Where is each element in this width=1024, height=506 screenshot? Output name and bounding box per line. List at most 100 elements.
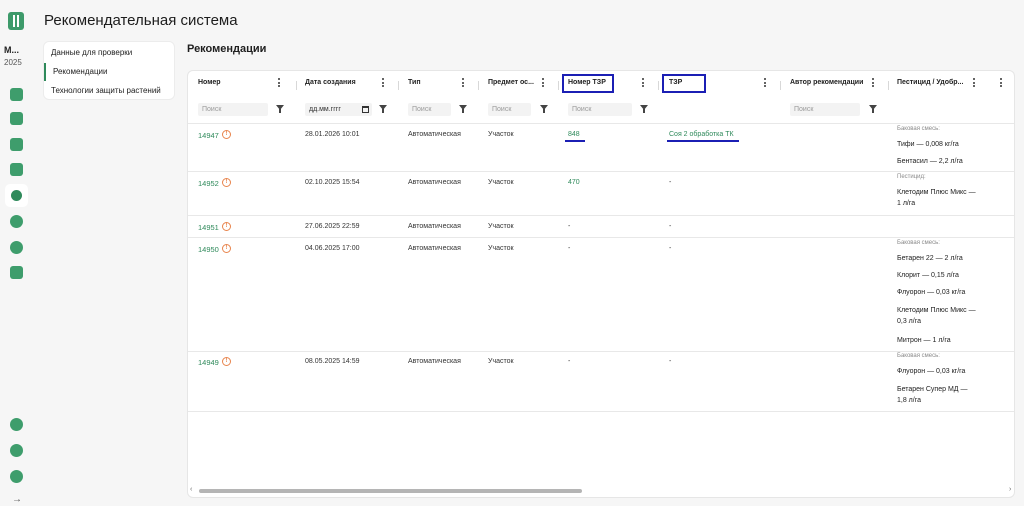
column-header-date[interactable]: Дата создания bbox=[305, 79, 356, 86]
column-menu-icon[interactable] bbox=[972, 78, 976, 89]
layers-icon[interactable] bbox=[10, 112, 23, 125]
mix-item: Клорит — 0,15 л/га bbox=[897, 272, 959, 279]
sidebar-item-protection-tech[interactable]: Технологии защиты растений bbox=[51, 86, 161, 95]
column-menu-icon[interactable] bbox=[763, 78, 767, 89]
warning-icon: ! bbox=[222, 222, 231, 231]
row-type: Автоматическая bbox=[408, 131, 461, 138]
expand-arrow-icon[interactable]: → bbox=[12, 494, 22, 505]
scrollbar-thumb[interactable] bbox=[199, 489, 582, 493]
org-name: М... bbox=[4, 45, 19, 55]
help-icon[interactable] bbox=[10, 444, 23, 457]
row-tzr-link[interactable]: Соя 2 обработка ТК bbox=[669, 131, 734, 138]
row-date: 08.05.2025 14:59 bbox=[305, 358, 360, 365]
clipboard-icon[interactable] bbox=[10, 163, 23, 176]
column-menu-icon[interactable] bbox=[277, 78, 281, 89]
filter-funnel-icon[interactable] bbox=[869, 105, 877, 114]
row-id-link[interactable]: 14947 bbox=[198, 131, 219, 140]
row-tzr-number-link[interactable]: 470 bbox=[568, 179, 580, 186]
row-divider bbox=[188, 171, 1014, 172]
mix-item: Тифи — 0,008 кг/га bbox=[897, 141, 959, 148]
row-tzr: - bbox=[669, 358, 672, 365]
sidebar-item-recommendations[interactable]: Рекомендации bbox=[44, 63, 107, 81]
filter-author-input[interactable]: Поиск bbox=[790, 103, 860, 116]
scroll-right-icon[interactable]: › bbox=[1009, 486, 1011, 493]
fields-icon[interactable] bbox=[10, 88, 23, 101]
row-id-link[interactable]: 14950 bbox=[198, 245, 219, 254]
scroll-left-icon[interactable]: ‹ bbox=[190, 486, 192, 493]
mix-label: Баковая смесь: bbox=[897, 240, 940, 246]
mix-item: Бетарен 22 — 2 л/га bbox=[897, 255, 963, 262]
page-title: Рекомендательная система bbox=[44, 12, 238, 29]
mix-item: Митрон — 1 л/га bbox=[897, 337, 951, 344]
column-menu-icon[interactable] bbox=[871, 78, 875, 89]
column-menu-icon[interactable] bbox=[541, 78, 545, 89]
column-header-type[interactable]: Тип bbox=[408, 79, 421, 86]
filter-funnel-icon[interactable] bbox=[276, 105, 284, 114]
org-year: 2025 bbox=[4, 58, 22, 67]
row-date: 28.01.2026 10:01 bbox=[305, 131, 360, 138]
row-subject: Участок bbox=[488, 131, 514, 138]
gear-icon[interactable] bbox=[10, 418, 23, 431]
calendar-icon[interactable] bbox=[362, 106, 369, 113]
filter-funnel-icon[interactable] bbox=[640, 105, 648, 114]
settings-wheel-icon[interactable] bbox=[10, 215, 23, 228]
row-id-link[interactable]: 14951 bbox=[198, 223, 219, 232]
org-switcher[interactable]: М... 2025 bbox=[4, 45, 30, 67]
protection-icon[interactable] bbox=[5, 184, 28, 207]
chart-pie-icon[interactable] bbox=[10, 241, 23, 254]
warning-icon: ! bbox=[222, 357, 231, 366]
filter-number-input[interactable]: Поиск bbox=[198, 103, 268, 116]
recommendations-table: Номер Дата создания Тип Предмет ос... Но… bbox=[187, 70, 1015, 498]
filter-type-input[interactable]: Поиск bbox=[408, 103, 451, 116]
filter-date-input[interactable]: дд.мм.гггг bbox=[305, 103, 372, 116]
mix-item: Клетодим Плюс Микс — 1 л/га bbox=[897, 189, 976, 207]
mix-item: Бентасил — 2,2 л/га bbox=[897, 158, 963, 165]
filter-funnel-icon[interactable] bbox=[540, 105, 548, 114]
filter-funnel-icon[interactable] bbox=[379, 105, 387, 114]
filter-tzr-number-input[interactable]: Поиск bbox=[568, 103, 632, 116]
column-header-subject[interactable]: Предмет ос... bbox=[488, 79, 534, 86]
box-icon[interactable] bbox=[10, 266, 23, 279]
column-header-tzr-number[interactable]: Номер ТЗР bbox=[568, 79, 606, 86]
user-icon[interactable] bbox=[10, 470, 23, 483]
column-header-author[interactable]: Автор рекомендации bbox=[790, 79, 863, 86]
row-id-link[interactable]: 14949 bbox=[198, 358, 219, 367]
sidebar-item-check-data[interactable]: Данные для проверки bbox=[51, 48, 132, 57]
column-header-tzr[interactable]: ТЗР bbox=[669, 79, 682, 86]
machinery-icon[interactable] bbox=[10, 138, 23, 151]
filter-funnel-icon[interactable] bbox=[459, 105, 467, 114]
row-tzr: - bbox=[669, 245, 672, 252]
column-divider bbox=[398, 81, 399, 90]
table-settings-menu-icon[interactable] bbox=[999, 78, 1003, 89]
column-menu-icon[interactable] bbox=[641, 78, 645, 89]
row-id-link[interactable]: 14952 bbox=[198, 179, 219, 188]
row-tzr-number-link[interactable]: 848 bbox=[568, 131, 580, 138]
left-rail: М... 2025 → bbox=[0, 0, 33, 506]
row-subject: Участок bbox=[488, 245, 514, 252]
row-subject: Участок bbox=[488, 179, 514, 186]
row-type: Автоматическая bbox=[408, 223, 461, 230]
column-menu-icon[interactable] bbox=[461, 78, 465, 89]
filter-subject-input[interactable]: Поиск bbox=[488, 103, 531, 116]
row-divider bbox=[188, 123, 1014, 124]
horizontal-scrollbar[interactable]: ‹ › bbox=[190, 486, 1011, 493]
column-header-number[interactable]: Номер bbox=[198, 79, 221, 86]
column-divider bbox=[296, 81, 297, 90]
warning-icon: ! bbox=[222, 244, 231, 253]
row-subject: Участок bbox=[488, 223, 514, 230]
row-tzr-number: - bbox=[568, 358, 571, 365]
app-logo-icon[interactable] bbox=[8, 12, 24, 30]
warning-icon: ! bbox=[222, 178, 231, 187]
section-title: Рекомендации bbox=[187, 43, 267, 55]
row-type: Автоматическая bbox=[408, 245, 461, 252]
column-menu-icon[interactable] bbox=[381, 78, 385, 89]
row-divider bbox=[188, 215, 1014, 216]
row-tzr-number: - bbox=[568, 223, 571, 230]
column-header-pesticide[interactable]: Пестицид / Удобр... bbox=[897, 79, 963, 86]
row-tzr: - bbox=[669, 179, 672, 186]
row-date: 02.10.2025 15:54 bbox=[305, 179, 360, 186]
column-divider bbox=[478, 81, 479, 90]
mix-item: Флуорон — 0,03 кг/га bbox=[897, 289, 966, 296]
row-divider bbox=[188, 411, 1014, 412]
mix-label: Баковая смесь: bbox=[897, 126, 940, 132]
